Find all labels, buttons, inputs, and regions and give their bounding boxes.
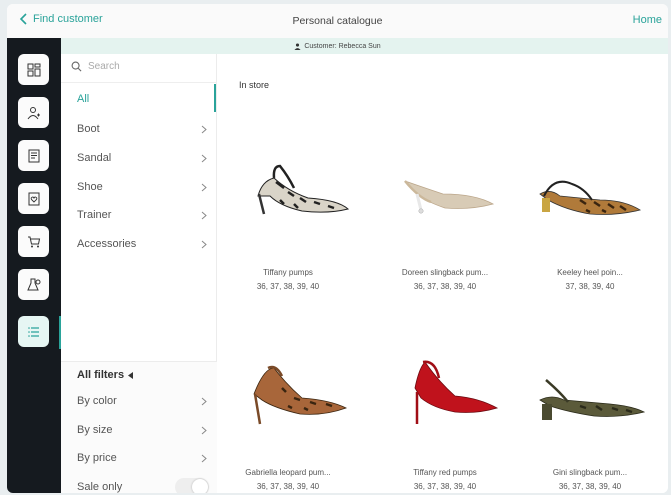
rail-wishlist-button[interactable] [18, 183, 49, 214]
appointment-icon [26, 278, 40, 290]
product-image [414, 360, 499, 424]
category-shoe[interactable]: Shoe [77, 176, 207, 198]
rail-cart-button[interactable] [18, 226, 49, 257]
divider [61, 82, 217, 83]
filters-panel: All filters By color By size By price Sa… [61, 361, 217, 493]
category-panel: Search All Boot Sandal Shoe Trainer Acce… [61, 54, 217, 493]
product-card[interactable]: Gini slingback pum... 36, 37, 38, 39, 40 [520, 338, 660, 491]
filter-by-size[interactable]: By size [77, 420, 207, 440]
product-card[interactable]: Tiffany red pumps 36, 37, 38, 39, 40 [375, 338, 515, 491]
client-icon [27, 106, 40, 119]
product-sizes: 36, 37, 38, 39, 40 [256, 482, 320, 491]
product-image [539, 180, 642, 215]
product-sizes: 36, 37, 38, 39, 40 [558, 482, 622, 491]
chevron-right-icon [201, 454, 207, 462]
cart-icon [27, 236, 40, 247]
product-name: Gabriella leopard pum... [245, 468, 331, 477]
product-card[interactable]: Keeley heel poin... 37, 38, 39, 40 [520, 136, 660, 291]
all-filters-toggle[interactable]: All filters [77, 369, 134, 381]
filter-label: By color [77, 395, 117, 407]
app-window: Find customer Personal catalogue Home Cu… [7, 4, 668, 493]
category-label: Shoe [77, 181, 103, 193]
product-image [253, 365, 348, 425]
category-label: Boot [77, 123, 100, 135]
rail-client-button[interactable] [18, 97, 49, 128]
notes-icon [28, 149, 39, 162]
category-label: Accessories [77, 238, 137, 250]
wishlist-icon [28, 192, 39, 205]
category-active-indicator [214, 84, 216, 112]
search-placeholder: Search [88, 61, 120, 72]
category-label: All [77, 93, 90, 105]
category-accessories[interactable]: Accessories [77, 233, 207, 255]
side-rail [7, 38, 61, 493]
category-trainer[interactable]: Trainer [77, 204, 207, 226]
category-label: Trainer [77, 209, 112, 221]
chevron-right-icon [201, 397, 207, 405]
product-sizes: 36, 37, 38, 39, 40 [256, 282, 320, 291]
product-card[interactable]: Gabriella leopard pum... 36, 37, 38, 39,… [218, 338, 358, 491]
category-all[interactable]: All [77, 88, 207, 110]
product-name: Doreen slingback pum... [401, 268, 489, 277]
rail-catalogue-button[interactable] [18, 316, 49, 347]
search-icon [71, 61, 82, 72]
toggle-knob [192, 479, 208, 493]
sale-only-toggle[interactable] [175, 478, 209, 493]
rail-dashboard-button[interactable] [18, 54, 49, 85]
home-link[interactable]: Home [633, 14, 662, 26]
caret-left-icon [128, 371, 134, 379]
product-name: Tiffany pumps [263, 268, 313, 277]
category-boot[interactable]: Boot [77, 118, 207, 140]
sale-only-label: Sale only [77, 481, 123, 493]
chevron-right-icon [201, 154, 207, 162]
product-name: Gini slingback pum... [552, 468, 628, 477]
dashboard-icon [27, 63, 40, 76]
filter-label: By price [77, 452, 117, 464]
customer-banner: Customer: Rebecca Sun [7, 38, 668, 54]
sale-only-row: Sale only [77, 477, 209, 493]
chevron-right-icon [201, 183, 207, 191]
customer-name: Customer: Rebecca Sun [304, 42, 381, 50]
section-title: In store [239, 80, 270, 90]
chevron-right-icon [201, 426, 207, 434]
product-image [257, 164, 350, 215]
product-image [404, 180, 495, 214]
search-input[interactable]: Search [71, 61, 120, 72]
filter-label: By size [77, 424, 113, 436]
filter-by-price[interactable]: By price [77, 448, 207, 468]
product-name: Keeley heel poin... [557, 268, 623, 277]
product-sizes: 36, 37, 38, 39, 40 [413, 282, 477, 291]
product-sizes: 37, 38, 39, 40 [565, 282, 615, 291]
chevron-right-icon [201, 211, 207, 219]
filters-title: All filters [77, 369, 125, 381]
chevron-right-icon [201, 240, 207, 248]
page-title: Personal catalogue [292, 15, 383, 27]
product-name: Tiffany red pumps [413, 468, 477, 477]
product-sizes: 36, 37, 38, 39, 40 [413, 482, 477, 491]
rail-appointment-button[interactable] [18, 269, 49, 300]
category-sandal[interactable]: Sandal [77, 147, 207, 169]
person-icon [294, 42, 301, 50]
filter-by-color[interactable]: By color [77, 391, 207, 411]
chevron-right-icon [201, 125, 207, 133]
product-card[interactable]: Tiffany pumps 36, 37, 38, 39, 40 [218, 136, 358, 291]
catalogue-list-icon [27, 326, 39, 337]
product-card[interactable]: Doreen slingback pum... 36, 37, 38, 39, … [375, 136, 515, 291]
catalogue-grid: In store Tiffany pumps 36, 37, 38, 39, 4… [218, 54, 668, 493]
rail-notes-button[interactable] [18, 140, 49, 171]
category-label: Sandal [77, 152, 112, 164]
top-bar: Find customer Personal catalogue Home [7, 4, 668, 38]
product-image [539, 379, 646, 420]
